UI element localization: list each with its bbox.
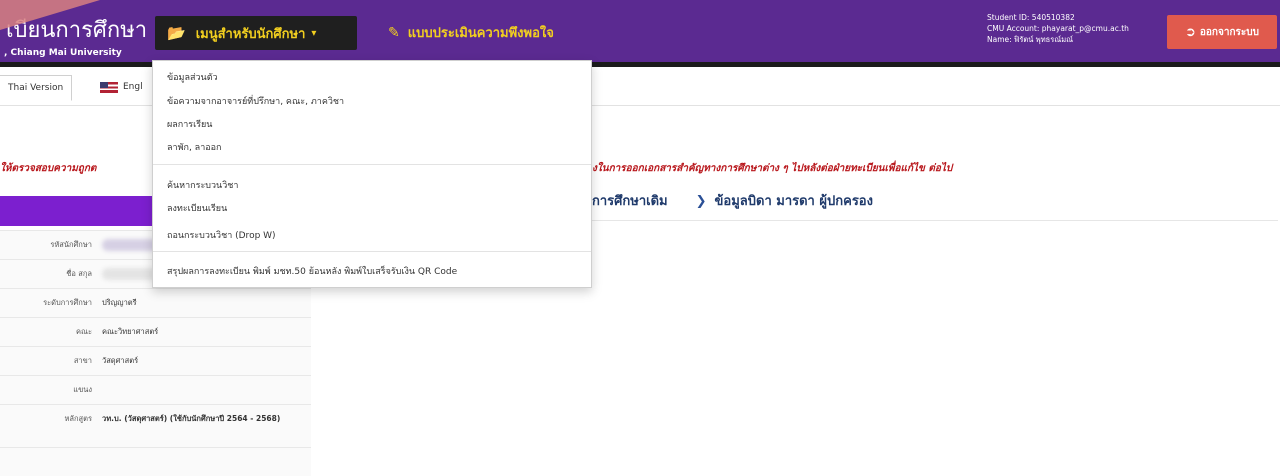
us-flag-icon bbox=[100, 81, 118, 93]
caret-down-icon: ▾ bbox=[311, 27, 317, 39]
row-label: สาขา bbox=[73, 356, 92, 365]
tab-parents-info[interactable]: ❯ ข้อมูลบิดา มารดา ผู้ปกครอง bbox=[696, 190, 873, 211]
menu-item-leave-resign[interactable]: ลาพัก, ลาออก bbox=[167, 140, 222, 154]
parents-info-label: ข้อมูลบิดา มารดา ผู้ปกครอง bbox=[714, 194, 873, 209]
row-label: คณะ bbox=[75, 327, 92, 336]
menu-item-grades[interactable]: ผลการเรียน bbox=[167, 117, 212, 131]
student-menu-label: เมนูสำหรับนักศึกษา bbox=[195, 26, 306, 42]
notice-text-right: งในการออกเอกสารสำคัญทางการศึกษาต่าง ๆ ไป… bbox=[592, 163, 953, 174]
user-info: Student ID: 540510382 CMU Account: phaya… bbox=[987, 12, 1129, 45]
row-value bbox=[98, 376, 311, 404]
student-id-line: Student ID: 540510382 bbox=[987, 13, 1075, 22]
satisfaction-survey-link[interactable]: ✎ แบบประเมินความพึงพอใจ bbox=[388, 22, 554, 43]
section-divider bbox=[592, 220, 1278, 221]
pencil-icon: ✎ bbox=[388, 24, 400, 41]
sign-out-icon: ➲ bbox=[1185, 24, 1196, 40]
table-row: คณะ คณะวิทยาศาสตร์ bbox=[0, 317, 311, 346]
row-label: ระดับการศึกษา bbox=[43, 298, 92, 307]
english-version-label: Engl bbox=[123, 82, 143, 92]
student-menu-dropdown: ข้อมูลส่วนตัว ข้อความจากอาจารย์ที่ปรึกษา… bbox=[152, 60, 592, 288]
row-value bbox=[98, 448, 311, 476]
brand-subtitle: , Chiang Mai University bbox=[4, 48, 122, 58]
notice-text-left: ให้ตรวจสอบความถูกต bbox=[0, 163, 97, 174]
row-value: ปริญญาตรี bbox=[102, 298, 137, 307]
table-row: หลักสูตร วท.บ. (วัสดุศาสตร์) (ใช้กับนักศ… bbox=[0, 404, 311, 447]
logout-label: ออกจากระบบ bbox=[1199, 26, 1259, 38]
row-label: รหัสนักศึกษา bbox=[50, 240, 92, 249]
menu-item-drop-w[interactable]: ถอนกระบวนวิชา (Drop W) bbox=[167, 228, 276, 242]
table-row: ระดับการศึกษา ปริญญาตรี bbox=[0, 288, 311, 317]
menu-item-personal-info[interactable]: ข้อมูลส่วนตัว bbox=[167, 70, 218, 84]
table-row bbox=[0, 447, 311, 476]
table-row: แขนง bbox=[0, 375, 311, 404]
row-label: ชื่อ สกุล bbox=[66, 269, 92, 278]
table-row: สาขา วัสดุศาสตร์ bbox=[0, 346, 311, 375]
survey-label: แบบประเมินความพึงพอใจ bbox=[407, 26, 554, 41]
tab-english-version[interactable]: Engl bbox=[92, 75, 151, 99]
menu-divider bbox=[153, 251, 591, 252]
cmu-account-line: CMU Account: phayarat_p@cmu.ac.th bbox=[987, 24, 1129, 33]
menu-item-course-search[interactable]: ค้นหากระบวนวิชา bbox=[167, 178, 238, 192]
row-value: วัสดุศาสตร์ bbox=[102, 356, 139, 365]
row-value: วท.บ. (วัสดุศาสตร์) (ใช้กับนักศึกษาปี 25… bbox=[102, 414, 281, 423]
corner-decoration bbox=[0, 0, 100, 30]
chevron-down-icon: ❯ bbox=[695, 194, 707, 209]
student-menu-button[interactable]: 📂 เมนูสำหรับนักศึกษา ▾ bbox=[155, 16, 357, 50]
menu-item-advisor-messages[interactable]: ข้อความจากอาจารย์ที่ปรึกษา, คณะ, ภาควิชา bbox=[167, 94, 344, 108]
logout-button[interactable]: ➲ ออกจากระบบ bbox=[1167, 15, 1277, 49]
menu-item-registration[interactable]: ลงทะเบียนเรียน bbox=[167, 201, 227, 215]
menu-divider bbox=[153, 164, 591, 165]
tab-thai-version[interactable]: Thai Version bbox=[0, 75, 73, 101]
row-label bbox=[0, 448, 98, 476]
folder-open-icon: 📂 bbox=[167, 23, 186, 42]
section-tabs: การศึกษาเดิม ❯ ข้อมูลบิดา มารดา ผู้ปกครอง bbox=[592, 190, 873, 211]
name-line: Name: ฟิรัตน์ พุทธรณ์มณ์ bbox=[987, 35, 1074, 44]
row-label: แขนง bbox=[73, 385, 92, 394]
row-label: หลักสูตร bbox=[64, 414, 92, 423]
row-value: คณะวิทยาศาสตร์ bbox=[102, 327, 159, 336]
thai-version-label: Thai Version bbox=[8, 83, 64, 93]
tab-previous-education[interactable]: การศึกษาเดิม bbox=[592, 190, 668, 211]
menu-item-registration-summary[interactable]: สรุปผลการลงทะเบียน พิมพ์ มชท.50 ย้อนหลัง… bbox=[167, 264, 457, 278]
